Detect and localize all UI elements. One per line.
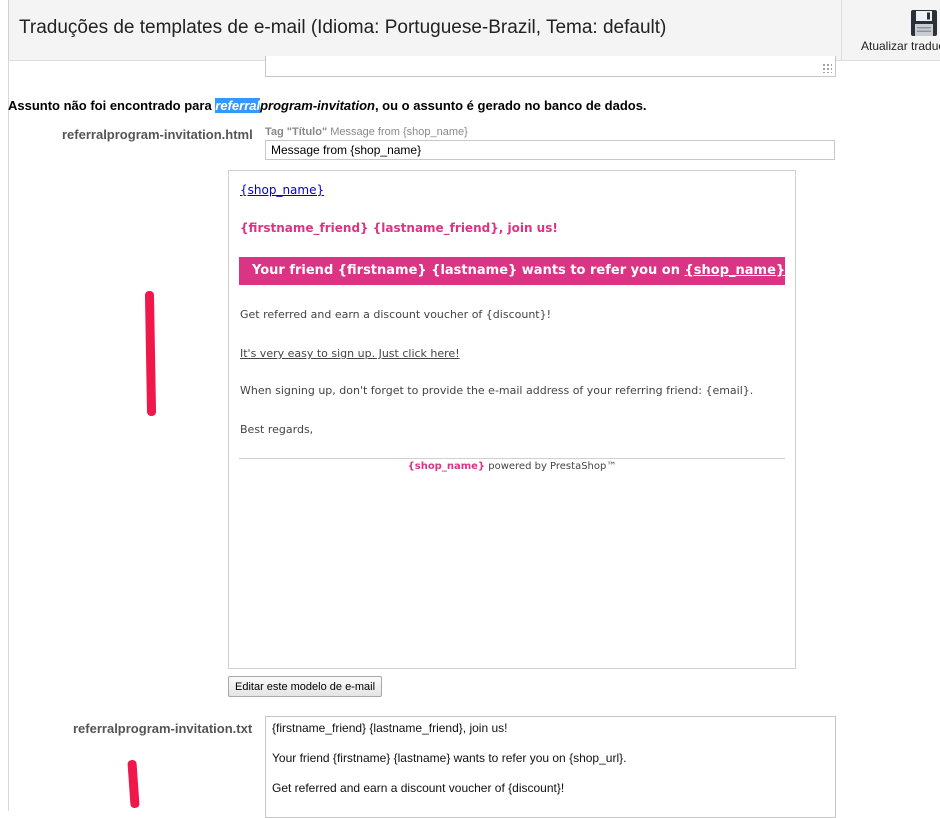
floppy-disk-icon <box>911 10 937 36</box>
toolbar-divider <box>841 0 842 60</box>
subject-not-found-warning: Assunto não foi encontrado para referral… <box>8 98 647 113</box>
content-left-border <box>8 60 9 811</box>
preview-footer: {shop_name} powered by PrestaShop™ <box>229 461 795 472</box>
preview-shop-link[interactable]: {shop_name} <box>240 183 324 197</box>
preview-banner-shop-link[interactable]: {shop_name} <box>685 263 786 278</box>
email-subject-input[interactable] <box>265 140 835 160</box>
html-template-label: referralprogram-invitation.html <box>62 127 253 142</box>
txt-template-textarea[interactable]: {firstname_friend} {lastname_friend}, jo… <box>265 716 836 818</box>
title-tag-hint: Tag "Título" Message from {shop_name} <box>265 126 468 138</box>
page-header: Traduções de templates de e-mail (Idioma… <box>8 0 940 61</box>
title-tag-value: Message from {shop_name} <box>327 126 468 138</box>
edit-email-template-button[interactable]: Editar este modelo de e-mail <box>228 676 383 697</box>
txt-line: Your friend {firstname} {lastname} wants… <box>272 751 627 765</box>
warning-prefix: Assunto não foi encontrado para <box>8 98 216 113</box>
preview-regards: Best regards, <box>240 423 314 436</box>
red-annotation-mark <box>127 759 140 809</box>
title-tag-label: Tag "Título" <box>265 126 328 138</box>
txt-line: Get referred and earn a discount voucher… <box>272 781 565 795</box>
template-name-rest: program-invitation <box>260 98 375 113</box>
preview-paragraph-discount: Get referred and earn a discount voucher… <box>240 308 552 321</box>
preview-banner-text: Your friend {firstname} {lastname} wants… <box>252 263 685 278</box>
preview-footer-powered: powered by PrestaShop™ <box>485 461 617 472</box>
preview-banner: Your friend {firstname} {lastname} wants… <box>239 257 791 285</box>
update-translations-button[interactable]: Atualizar traduções <box>849 6 940 58</box>
txt-line: {firstname_friend} {lastname_friend}, jo… <box>272 721 508 735</box>
html-email-preview: {shop_name} {firstname_friend} {lastname… <box>228 170 796 669</box>
red-annotation-mark <box>144 290 157 417</box>
selected-text-highlight: referral <box>215 98 261 113</box>
preview-banner-end: ! <box>785 263 792 278</box>
preview-join-heading: {firstname_friend} {lastname_friend}, jo… <box>240 221 558 235</box>
previous-textarea[interactable] <box>265 56 836 77</box>
warning-suffix: , ou o assunto é gerado no banco de dado… <box>374 98 647 113</box>
preview-paragraph-email: When signing up, don't forget to provide… <box>240 384 754 397</box>
preview-footer-shop: {shop_name} <box>407 461 486 472</box>
txt-template-label: referralprogram-invitation.txt <box>73 721 253 736</box>
resize-grip-icon[interactable] <box>822 63 832 73</box>
page-title: Traduções de templates de e-mail (Idioma… <box>19 17 667 38</box>
update-translations-label: Atualizar traduções <box>861 39 940 53</box>
preview-signup-link[interactable]: It's very easy to sign up. Just click he… <box>240 347 460 360</box>
preview-footer-divider <box>239 458 785 459</box>
